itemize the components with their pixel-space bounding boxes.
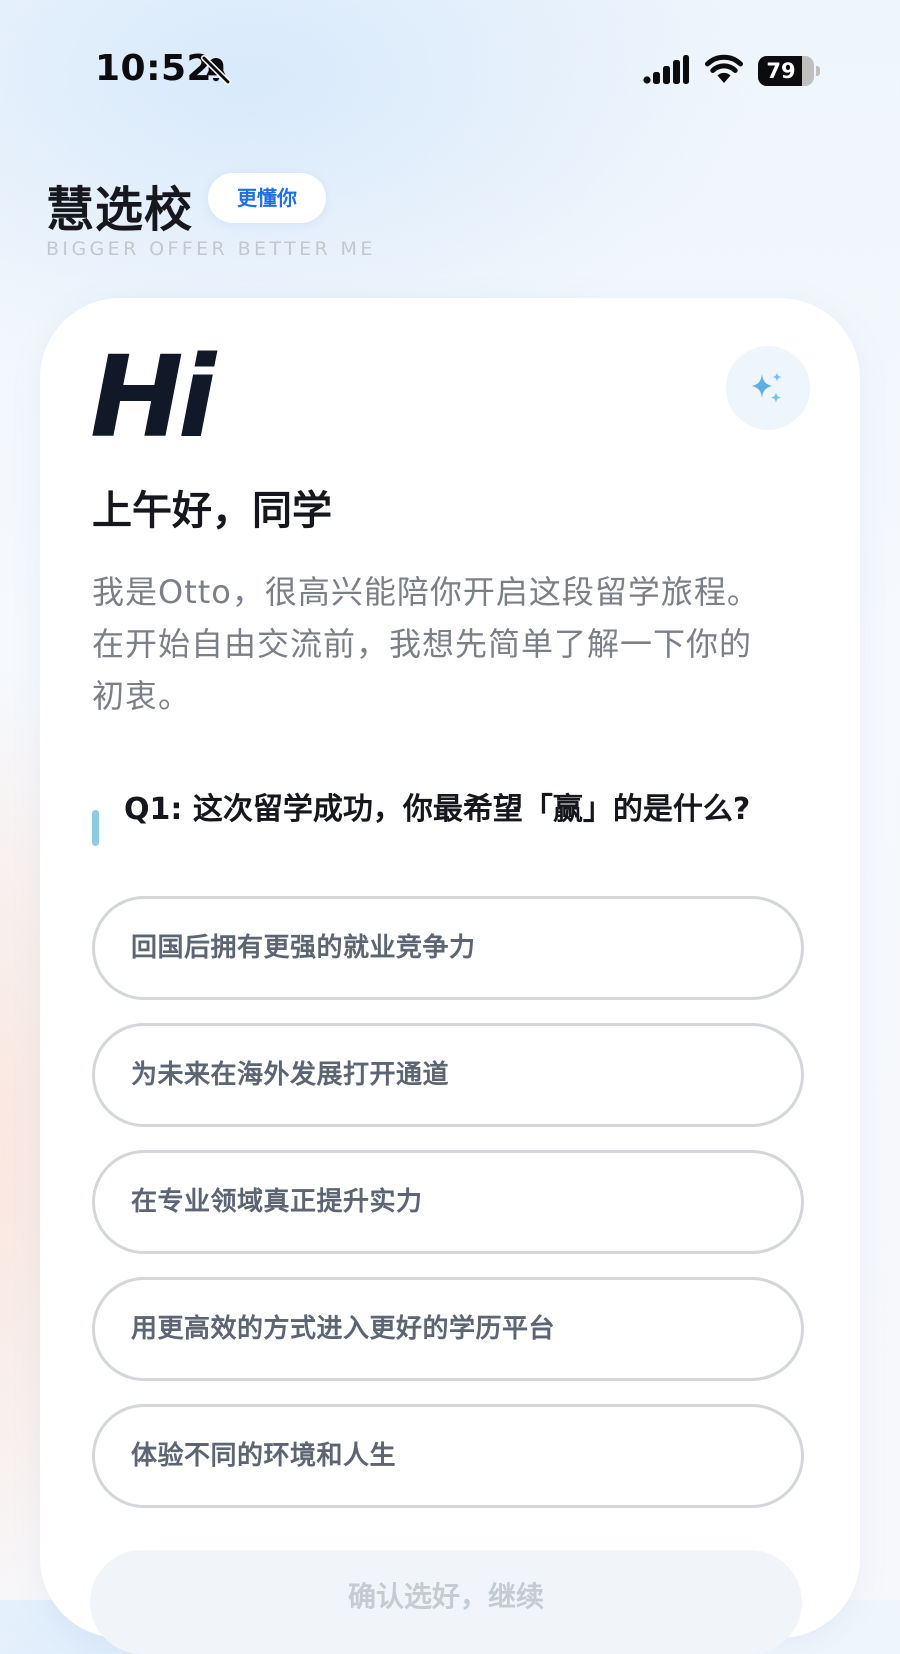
battery-percentage: 79 (766, 59, 796, 83)
question-marker (92, 810, 99, 846)
ai-sparkle-button[interactable] (726, 346, 810, 430)
option-professional-skills[interactable]: 在专业领域真正提升实力 (92, 1150, 804, 1254)
status-bar: 10:52 79 (0, 0, 900, 140)
option-employment-competitiveness[interactable]: 回国后拥有更强的就业竞争力 (92, 896, 804, 1000)
status-time: 10:52 (95, 48, 213, 89)
question-title: Q1: 这次留学成功，你最希望「赢」的是什么? (124, 792, 751, 827)
signal-icon (643, 55, 689, 84)
greeting-heading: 上午好，同学 (92, 488, 332, 534)
option-different-experience[interactable]: 体验不同的环境和人生 (92, 1404, 804, 1508)
wifi-icon (705, 54, 743, 83)
brand-badge: 更懂你 (208, 173, 326, 223)
battery-cap (816, 66, 820, 76)
bell-muted-icon (201, 55, 231, 85)
option-label: 在专业领域真正提升实力 (131, 1187, 423, 1217)
hi-heading: Hi (90, 333, 216, 463)
questionnaire-card: Hi 上午好，同学 我是Otto，很高兴能陪你开启这段留学旅程。在开始自由交流前… (40, 298, 860, 1654)
option-label: 为未来在海外发展打开通道 (131, 1060, 450, 1090)
battery-indicator: 79 (758, 56, 814, 86)
option-label: 用更高效的方式进入更好的学历平台 (131, 1314, 556, 1344)
intro-text: 我是Otto，很高兴能陪你开启这段留学旅程。在开始自由交流前，我想先简单了解一下… (92, 573, 760, 715)
option-better-degree-platform[interactable]: 用更高效的方式进入更好的学历平台 (92, 1277, 804, 1381)
confirm-continue-button[interactable]: 确认选好，继续 (90, 1550, 802, 1654)
sparkle-icon (752, 372, 782, 403)
app-title: 慧选校 (46, 182, 194, 238)
option-label: 回国后拥有更强的就业竞争力 (131, 933, 476, 963)
brand-slogan: BIGGER OFFER BETTER ME (46, 238, 376, 260)
option-overseas-development[interactable]: 为未来在海外发展打开通道 (92, 1023, 804, 1127)
option-label: 体验不同的环境和人生 (131, 1441, 397, 1471)
answer-options: 回国后拥有更强的就业竞争力 为未来在海外发展打开通道 在专业领域真正提升实力 用… (92, 896, 804, 1531)
